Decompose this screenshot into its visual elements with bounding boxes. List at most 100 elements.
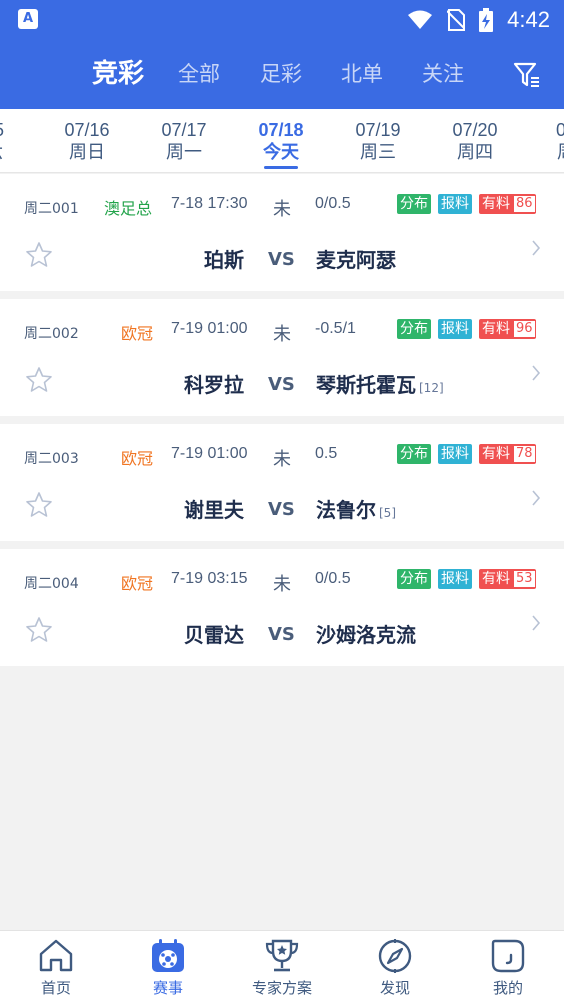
report-tag[interactable]: 报料 [438, 444, 472, 464]
kickoff-time: 7-19 01:00 [171, 445, 248, 462]
status-bar: A 4:42 [0, 0, 564, 40]
tab-zucai[interactable]: 足彩 [260, 52, 302, 96]
info-tag[interactable]: 有料 53 [479, 569, 536, 589]
home-icon [39, 939, 73, 972]
trophy-icon [265, 939, 299, 972]
bottom-nav-discover[interactable]: 发现 [345, 937, 445, 998]
app-header: A 4:42 竞彩 全部 足彩 北单 关注 [0, 0, 564, 109]
top-nav: 竞彩 全部 足彩 北单 关注 [0, 52, 564, 96]
distribution-tag[interactable]: 分布 [397, 444, 431, 464]
date-item[interactable]: 07周 [526, 119, 564, 163]
bottom-nav-profile[interactable]: 我的 [458, 937, 558, 998]
tab-all[interactable]: 全部 [178, 52, 220, 96]
info-count: 78 [513, 445, 536, 463]
match-code: 周二004 [24, 576, 79, 592]
date-item[interactable]: 07/16 周日 [47, 119, 127, 163]
battery-charging-icon [479, 8, 494, 32]
info-count: 96 [513, 320, 536, 338]
match-state: 未 [273, 324, 291, 345]
app-notification-icon: A [18, 9, 38, 29]
kickoff-time: 7-19 01:00 [171, 320, 248, 337]
wifi-icon [408, 10, 433, 29]
info-tag[interactable]: 有料 86 [479, 194, 536, 214]
kickoff-time: 7-18 17:30 [171, 195, 248, 212]
league-name: 欧冠 [121, 574, 154, 593]
vs-label: VS [268, 624, 295, 645]
date-item[interactable]: 07/20 周四 [435, 119, 515, 163]
match-card[interactable]: 周二004 欧冠 7-19 03:15 未 0/0.5 分布 报料 有料 53 贝… [0, 549, 564, 666]
home-team: 贝雷达 [184, 623, 244, 647]
match-code: 周二003 [24, 451, 79, 467]
vs-label: VS [268, 249, 295, 270]
kickoff-time: 7-19 03:15 [171, 570, 248, 587]
match-state: 未 [273, 574, 291, 595]
chevron-right-icon[interactable] [530, 363, 542, 383]
date-selector: 15六 07/16周日 07/17周一 07/18今天 07/19周三 07/2… [0, 109, 564, 173]
profile-icon [491, 939, 525, 973]
report-tag[interactable]: 报料 [438, 319, 472, 339]
tag-group: 分布 报料 有料 78 [397, 444, 536, 466]
star-icon[interactable] [25, 491, 53, 519]
away-team: 麦克阿瑟 [316, 248, 396, 272]
tag-group: 分布 报料 有料 96 [397, 319, 536, 341]
handicap: 0/0.5 [315, 570, 351, 587]
home-team: 谢里夫 [184, 498, 244, 522]
away-team: 琴斯托霍瓦 [12] [316, 373, 444, 397]
no-sim-icon [447, 9, 466, 31]
chevron-right-icon[interactable] [530, 488, 542, 508]
match-state: 未 [273, 449, 291, 470]
away-team: 法鲁尔 [5] [316, 498, 396, 522]
handicap: -0.5/1 [315, 320, 356, 337]
tab-follow[interactable]: 关注 [422, 52, 464, 96]
star-icon[interactable] [25, 616, 53, 644]
handicap: 0.5 [315, 445, 338, 462]
home-team: 珀斯 [204, 248, 244, 272]
chevron-right-icon[interactable] [530, 613, 542, 633]
match-card[interactable]: 周二003 欧冠 7-19 01:00 未 0.5 分布 报料 有料 78 谢里夫… [0, 424, 564, 541]
distribution-tag[interactable]: 分布 [397, 319, 431, 339]
league-name: 欧冠 [121, 324, 154, 343]
vs-label: VS [268, 499, 295, 520]
report-tag[interactable]: 报料 [438, 194, 472, 214]
distribution-tag[interactable]: 分布 [397, 194, 431, 214]
vs-label: VS [268, 374, 295, 395]
tab-beidan[interactable]: 北单 [341, 52, 383, 96]
star-icon[interactable] [25, 366, 53, 394]
status-time: 4:42 [507, 7, 550, 32]
league-name: 澳足总 [104, 199, 153, 218]
handicap: 0/0.5 [315, 195, 351, 212]
chevron-right-icon[interactable] [530, 238, 542, 258]
date-item[interactable]: 07/19 周三 [338, 119, 418, 163]
tab-jingcai[interactable]: 竞彩 [92, 52, 144, 96]
match-code: 周二002 [24, 326, 79, 342]
status-icons: 4:42 [407, 6, 550, 34]
bottom-nav-home[interactable]: 首页 [6, 937, 106, 998]
compass-icon [378, 939, 412, 973]
tag-group: 分布 报料 有料 86 [397, 194, 536, 216]
match-card[interactable]: 周二002 欧冠 7-19 01:00 未 -0.5/1 分布 报料 有料 96 … [0, 299, 564, 416]
star-icon[interactable] [25, 241, 53, 269]
away-team: 沙姆洛克流 [316, 623, 416, 647]
report-tag[interactable]: 报料 [438, 569, 472, 589]
match-state: 未 [273, 199, 291, 220]
bottom-nav-expert[interactable]: 专家方案 [232, 937, 332, 998]
away-rank: [5] [379, 506, 396, 520]
bottom-nav-matches[interactable]: 赛事 [118, 937, 218, 998]
calendar-ball-icon [152, 939, 184, 972]
match-card[interactable]: 周二001 澳足总 7-18 17:30 未 0/0.5 分布 报料 有料 86 … [0, 174, 564, 291]
info-tag[interactable]: 有料 96 [479, 319, 536, 339]
bottom-nav: 首页 赛事 专家方案 发现 我的 [0, 930, 564, 1002]
league-name: 欧冠 [121, 449, 154, 468]
filter-icon[interactable] [512, 60, 542, 90]
tag-group: 分布 报料 有料 53 [397, 569, 536, 591]
match-code: 周二001 [24, 201, 79, 217]
date-item[interactable]: 15六 [0, 119, 34, 163]
date-item-today[interactable]: 07/18 今天 [241, 119, 321, 169]
away-rank: [12] [419, 381, 444, 395]
info-tag[interactable]: 有料 78 [479, 444, 536, 464]
info-count: 53 [513, 570, 536, 588]
info-count: 86 [513, 195, 536, 213]
distribution-tag[interactable]: 分布 [397, 569, 431, 589]
home-team: 科罗拉 [184, 373, 244, 397]
date-item[interactable]: 07/17 周一 [144, 119, 224, 163]
